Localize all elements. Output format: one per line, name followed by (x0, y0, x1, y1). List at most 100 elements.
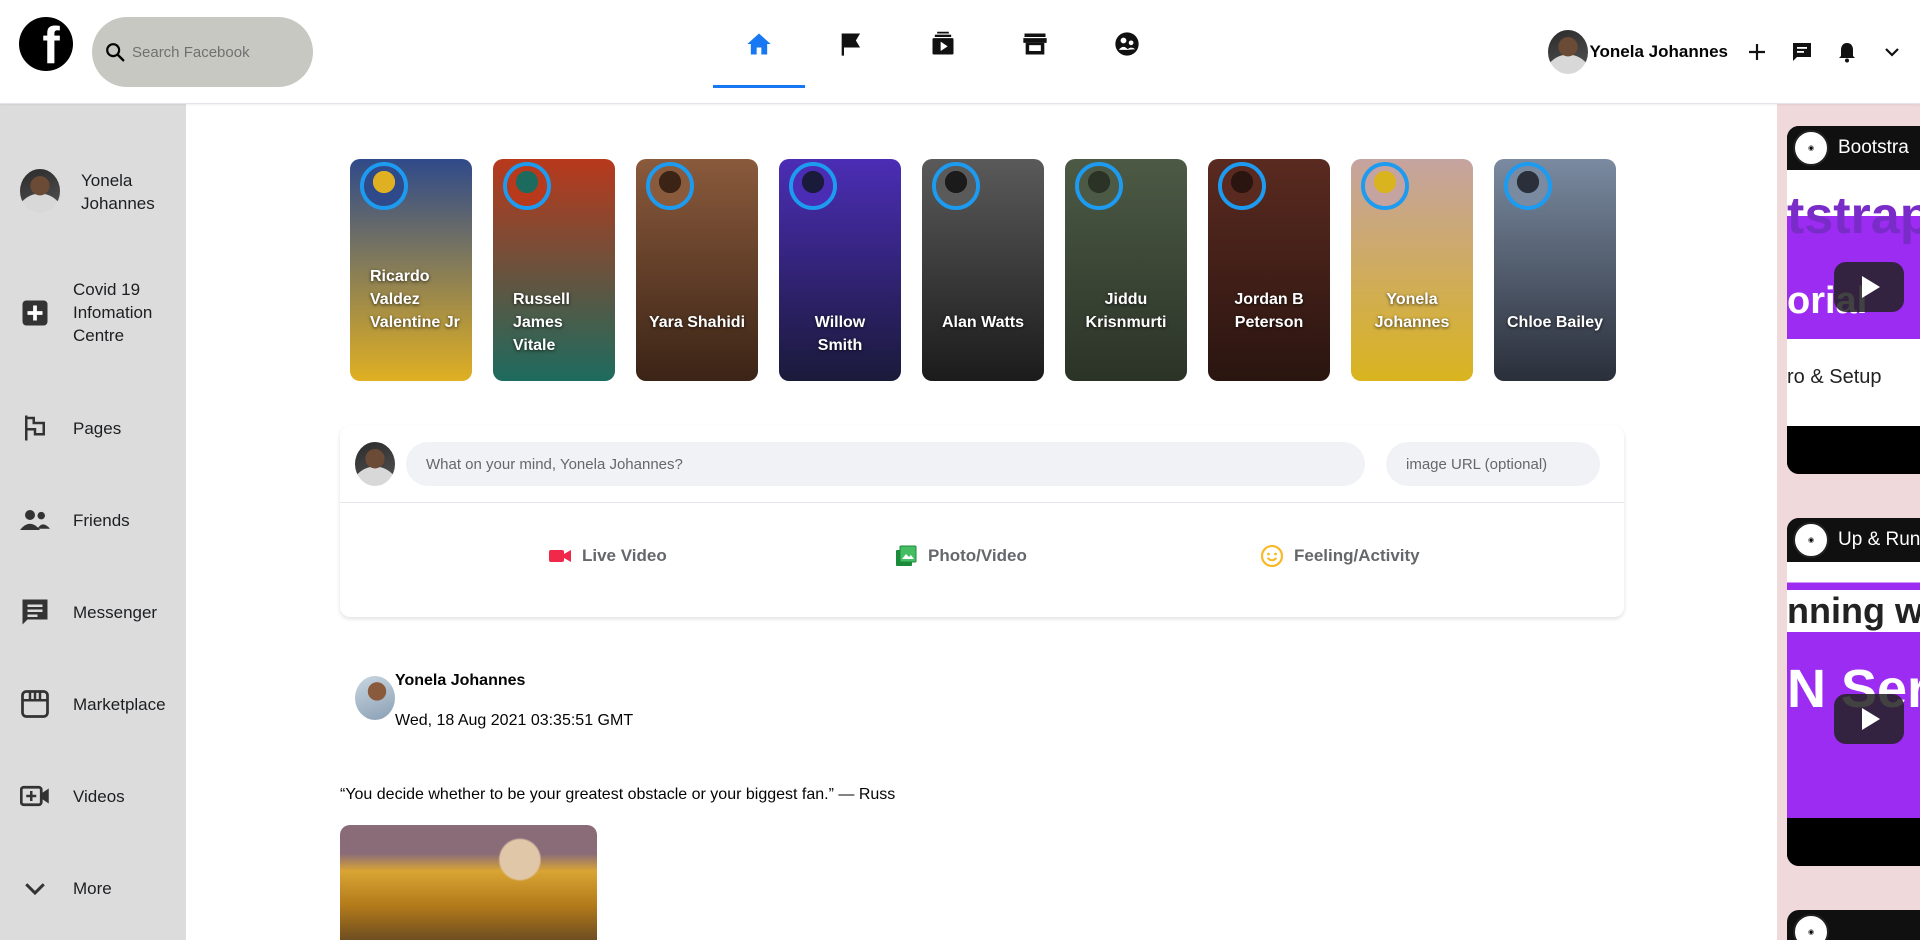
story-avatar (503, 162, 551, 210)
story-name: Russell James Vitale (513, 291, 570, 354)
video-title: Bootstra (1838, 137, 1909, 158)
story-avatar (646, 162, 694, 210)
story-card[interactable]: Alan Watts (922, 159, 1044, 381)
live-video-button[interactable]: Live Video (548, 544, 667, 568)
avatar (355, 442, 395, 486)
sidebar-item-profile[interactable]: Yonela Johannes (0, 166, 186, 216)
story-name: Chloe Bailey (1506, 314, 1604, 331)
composer-divider (340, 502, 1624, 503)
sidebar-item-pages[interactable]: Pages (0, 408, 186, 448)
store-icon (20, 689, 50, 719)
sidebar-user-name: Yonela Johannes (81, 171, 155, 213)
photo-icon (896, 545, 917, 566)
chevron-down-icon (1884, 48, 1899, 57)
action-label: Feeling/Activity (1294, 546, 1420, 565)
sidebar-item-more[interactable]: More (0, 868, 186, 908)
search-input[interactable] (132, 43, 302, 61)
avatar (20, 169, 60, 213)
story-card[interactable]: Russell James Vitale (493, 159, 615, 381)
video-title: Up & Run (1838, 529, 1920, 550)
story-card[interactable]: Yonela Johannes (1351, 159, 1473, 381)
notifications-button[interactable] (1824, 30, 1869, 75)
post-timestamp: Wed, 18 Aug 2021 03:35:51 GMT (395, 712, 634, 729)
nav-tab-watch[interactable] (897, 0, 989, 88)
thumbnail-text: tstrap (1787, 187, 1920, 245)
story-name: Alan Watts (941, 314, 1025, 331)
main-nav (713, 0, 1173, 104)
sidebar-item-marketplace[interactable]: Marketplace (0, 684, 186, 724)
home-icon (747, 33, 771, 55)
story-avatar (1361, 162, 1409, 210)
smile-icon (1260, 544, 1284, 568)
story-name: Jordan B Peterson (1234, 291, 1304, 331)
sidebar-item-videos[interactable]: Videos (0, 776, 186, 816)
account-menu-button[interactable] (1869, 30, 1914, 75)
channel-logo: ◉ (1793, 130, 1829, 166)
sidebar-item-label: Videos (73, 787, 125, 806)
story-avatar (1504, 162, 1552, 210)
story-card[interactable]: Chloe Bailey (1494, 159, 1616, 381)
flag-icon (841, 33, 861, 56)
play-button[interactable] (1834, 694, 1904, 744)
chevron-down-icon (20, 873, 50, 903)
nav-tab-groups[interactable] (1081, 0, 1173, 88)
video-card[interactable]: ◉ Up & Run nning wit N Serv (1787, 518, 1920, 866)
story-name: Jiddu Krisnmurti (1085, 291, 1167, 331)
nav-tab-marketplace[interactable] (989, 0, 1081, 88)
channel-logo: ◉ (1793, 914, 1829, 940)
action-label: Live Video (582, 546, 667, 565)
story-card[interactable]: Jordan B Peterson (1208, 159, 1330, 381)
post-author[interactable]: Yonela Johannes (395, 672, 525, 690)
story-card[interactable]: Willow Smith (779, 159, 901, 381)
video-thumbnail: tstrap orial ro & Setup (1787, 170, 1920, 426)
post-composer: Live Video Photo/Video Feeling/Activity (340, 426, 1624, 617)
photo-video-button[interactable]: Photo/Video (894, 544, 1027, 568)
marketplace-icon (1023, 33, 1047, 55)
story-name: Yara Shahidi (648, 314, 746, 331)
right-rail-videos: ◉ Bootstra tstrap orial ro & Setup ◉ Up … (1777, 104, 1920, 940)
story-name: Yonela Johannes (1374, 291, 1450, 331)
story-card[interactable]: Yara Shahidi (636, 159, 758, 381)
action-label: Photo/Video (928, 546, 1027, 565)
header-profile[interactable]: Yonela Johannes (1548, 30, 1728, 74)
sidebar-item-label: Pages (73, 419, 122, 438)
story-card[interactable]: Jiddu Krisnmurti (1065, 159, 1187, 381)
story-avatar (1075, 162, 1123, 210)
image-url-input[interactable] (1386, 442, 1600, 486)
watch-icon (932, 31, 954, 55)
messenger-button[interactable] (1779, 30, 1824, 75)
story-name: Ricardo Valdez Valentine Jr (370, 268, 460, 331)
top-header: f Yonela Johannes (0, 0, 1920, 104)
feeling-activity-button[interactable]: Feeling/Activity (1260, 544, 1420, 568)
video-footer (1787, 426, 1920, 474)
play-button[interactable] (1834, 262, 1904, 312)
story-name: Willow Smith (814, 314, 866, 354)
search-box[interactable] (92, 17, 313, 87)
video-header: ◉ Bootstra (1787, 126, 1920, 170)
video-card[interactable]: ◉ (1787, 910, 1920, 940)
bell-icon (1838, 43, 1855, 63)
video-thumbnail: nning wit N Serv (1787, 562, 1920, 818)
post-image[interactable] (340, 825, 597, 940)
facebook-logo[interactable]: f (19, 17, 73, 71)
post-input[interactable] (406, 442, 1365, 486)
chat-icon (20, 597, 50, 627)
video-header: ◉ Up & Run (1787, 518, 1920, 562)
sidebar-item-friends[interactable]: Friends (0, 500, 186, 540)
messenger-icon (1792, 43, 1811, 61)
video-card[interactable]: ◉ Bootstra tstrap orial ro & Setup (1787, 126, 1920, 474)
video-footer (1787, 818, 1920, 866)
story-avatar (932, 162, 980, 210)
sidebar-item-label: Marketplace (73, 695, 166, 714)
story-card[interactable]: Ricardo Valdez Valentine Jr (350, 159, 472, 381)
sidebar-item-covid[interactable]: Covid 19 Infomation Centre (0, 278, 186, 348)
nav-tab-home[interactable] (713, 0, 805, 88)
header-profile-name: Yonela Johannes (1589, 42, 1728, 61)
create-button[interactable] (1734, 30, 1779, 75)
avatar (1548, 30, 1589, 74)
video-icon (20, 781, 50, 811)
nav-tab-pages[interactable] (805, 0, 897, 88)
search-icon (106, 43, 125, 62)
thumbnail-text: nning wit (1787, 590, 1920, 632)
sidebar-item-messenger[interactable]: Messenger (0, 592, 186, 632)
